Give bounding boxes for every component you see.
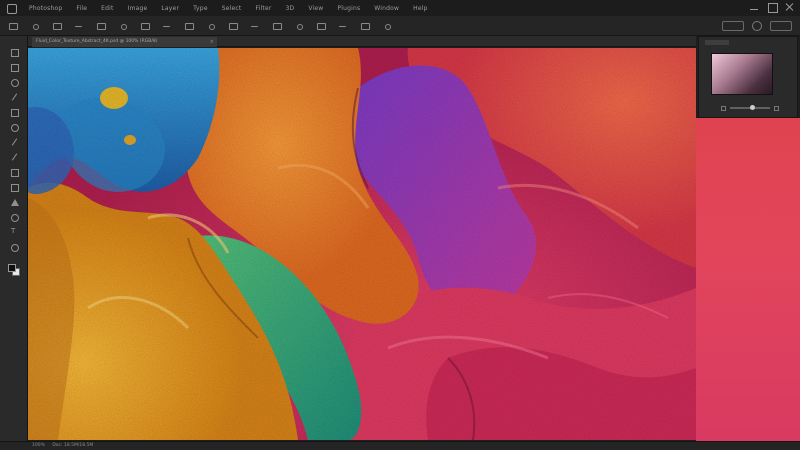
menu-filter[interactable]: Filter <box>248 5 278 12</box>
move-tool-icon[interactable] <box>10 48 19 57</box>
menu-image[interactable]: Image <box>121 5 155 12</box>
menu-plugins[interactable]: Plugins <box>330 5 367 12</box>
magic-wand-tool-icon[interactable] <box>10 93 19 102</box>
options-right <box>722 21 792 31</box>
zoom-level[interactable]: 100% <box>32 443 45 448</box>
gradient-tool-icon[interactable] <box>10 198 19 207</box>
option-icon-4[interactable] <box>118 22 128 30</box>
option-icon-10[interactable] <box>250 22 260 30</box>
tab-close-icon[interactable]: × <box>210 37 214 47</box>
foreground-color-swatch[interactable] <box>8 264 16 272</box>
option-icon-12[interactable] <box>294 22 304 30</box>
minimize-icon[interactable] <box>750 3 758 11</box>
option-icon-1[interactable] <box>52 22 62 30</box>
home-icon[interactable] <box>8 22 18 30</box>
option-icon-15[interactable] <box>360 22 370 30</box>
status-bar: 100% Doc: 18.5M/18.5M <box>0 441 800 450</box>
maximize-icon[interactable] <box>768 3 778 13</box>
document-tab[interactable]: Fluid_Color_Texture_Abstract_4K.psd @ 10… <box>32 37 217 47</box>
document-tab-label: Fluid_Color_Texture_Abstract_4K.psd @ 10… <box>36 39 158 44</box>
document-info: Doc: 18.5M/18.5M <box>52 443 94 448</box>
option-icon-6[interactable] <box>162 22 172 30</box>
dodge-tool-icon[interactable] <box>10 213 19 222</box>
option-icon-16[interactable] <box>382 22 392 30</box>
document-canvas[interactable] <box>28 48 696 440</box>
navigator-tab[interactable] <box>705 40 729 45</box>
option-icon-9[interactable] <box>228 22 238 30</box>
canvas-artwork <box>28 48 696 440</box>
workspace-button[interactable] <box>770 21 792 31</box>
zoom-tool-icon[interactable] <box>10 243 19 252</box>
tool-preset-icon[interactable] <box>30 22 40 30</box>
options-bar <box>0 16 800 36</box>
menu-layer[interactable]: Layer <box>154 5 186 12</box>
zoom-in-icon[interactable] <box>774 105 779 111</box>
photoshop-icon[interactable] <box>6 3 17 14</box>
lasso-tool-icon[interactable] <box>10 78 19 87</box>
menu-bar: Photoshop File Edit Image Layer Type Sel… <box>0 0 800 16</box>
eraser-tool-icon[interactable] <box>10 183 19 192</box>
navigator-thumbnail[interactable] <box>711 53 773 95</box>
document-tab-bar: Fluid_Color_Texture_Abstract_4K.psd @ 10… <box>28 36 696 47</box>
menu-window[interactable]: Window <box>367 5 406 12</box>
option-icon-8[interactable] <box>206 22 216 30</box>
right-panels <box>696 36 800 441</box>
zoom-slider[interactable] <box>730 105 770 110</box>
option-icon-11[interactable] <box>272 22 282 30</box>
option-icon-2[interactable] <box>74 22 84 30</box>
navigator-panel <box>698 36 798 118</box>
clone-stamp-tool-icon[interactable] <box>10 168 19 177</box>
option-icon-7[interactable] <box>184 22 194 30</box>
eyedropper-tool-icon[interactable] <box>10 123 19 132</box>
menu-photoshop[interactable]: Photoshop <box>22 5 69 12</box>
marquee-tool-icon[interactable] <box>10 63 19 72</box>
close-icon[interactable] <box>786 3 794 11</box>
menu-select[interactable]: Select <box>215 5 249 12</box>
option-icon-13[interactable] <box>316 22 326 30</box>
type-tool-icon[interactable] <box>10 228 19 237</box>
menu-view[interactable]: View <box>301 5 330 12</box>
zoom-out-icon[interactable] <box>721 105 726 111</box>
brush-tool-icon[interactable] <box>10 153 19 162</box>
menu-3d[interactable]: 3D <box>279 5 302 12</box>
tools-panel <box>0 36 28 441</box>
canvas-overflow-art <box>696 118 800 441</box>
menu-file[interactable]: File <box>69 5 94 12</box>
search-icon[interactable] <box>752 21 762 31</box>
navigator-preview <box>712 54 772 94</box>
navigator-zoom-controls <box>721 105 779 111</box>
option-icon-5[interactable] <box>140 22 150 30</box>
option-icon-3[interactable] <box>96 22 106 30</box>
share-button[interactable] <box>722 21 744 31</box>
zoom-slider-knob[interactable] <box>750 105 755 110</box>
healing-brush-tool-icon[interactable] <box>10 138 19 147</box>
menu-type[interactable]: Type <box>186 5 215 12</box>
menu-edit[interactable]: Edit <box>94 5 120 12</box>
option-icon-14[interactable] <box>338 22 348 30</box>
crop-tool-icon[interactable] <box>10 108 19 117</box>
window-controls <box>750 3 794 13</box>
menu-help[interactable]: Help <box>406 5 434 12</box>
